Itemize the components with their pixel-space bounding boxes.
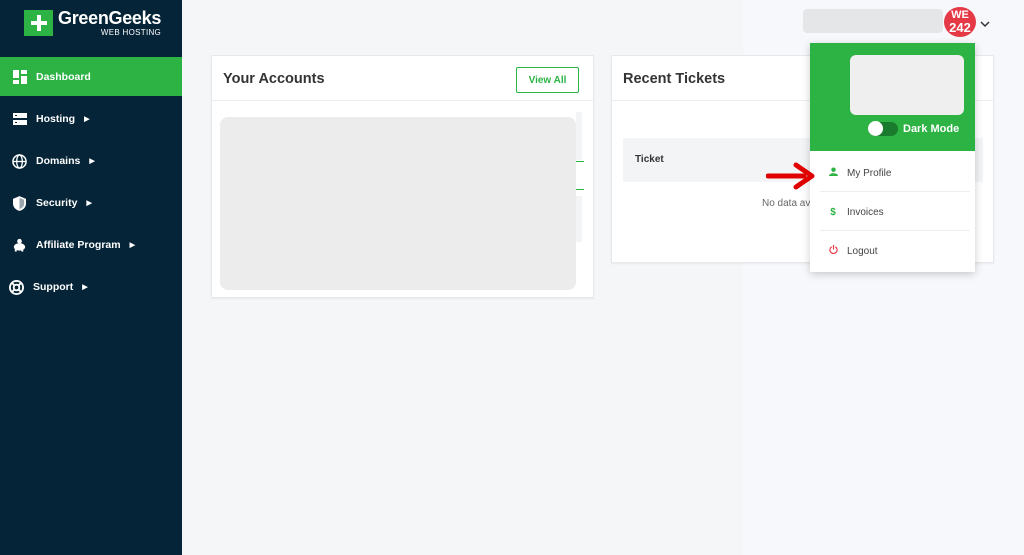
- annotation-arrow-icon: [765, 161, 818, 196]
- avatar-text-bottom: 242: [949, 20, 971, 35]
- caret-right-icon: ▶: [89, 158, 95, 165]
- caret-right-icon: ▶: [82, 284, 88, 291]
- dollar-icon: $: [830, 206, 836, 218]
- sidebar-item-label: Hosting: [36, 113, 76, 125]
- lifebuoy-icon: [9, 279, 24, 295]
- shield-icon: [12, 195, 27, 211]
- plus-logo-icon: [24, 10, 53, 36]
- divider: [212, 100, 593, 101]
- sidebar-item-hosting[interactable]: Hosting ▶: [0, 98, 182, 140]
- avatar[interactable]: WE 242: [944, 7, 976, 37]
- sidebar-nav: Dashboard Hosting ▶ Domains ▶ Security ▶: [0, 57, 182, 308]
- sidebar-item-label: Domains: [36, 155, 81, 167]
- accounts-card: Your Accounts View All: [211, 55, 594, 298]
- menu-item-invoices[interactable]: $ Invoices: [810, 193, 975, 231]
- menu-item-label: Invoices: [847, 206, 884, 218]
- user-dropdown-menu: Dark Mode My Profile $ Invoices Logout: [810, 43, 975, 272]
- accounts-list-placeholder: [220, 117, 576, 290]
- brand-name: GreenGeeks: [58, 8, 162, 28]
- sidebar-item-support[interactable]: Support ▶: [0, 266, 182, 308]
- ghost-row: [576, 196, 582, 242]
- user-icon: [827, 167, 839, 179]
- sidebar-item-dashboard[interactable]: Dashboard: [0, 57, 182, 96]
- brand-sub: WEB HOSTING: [100, 28, 162, 37]
- chevron-down-icon[interactable]: [980, 15, 990, 33]
- sidebar: GreenGeeks WEB HOSTING Dashboard Hosting…: [0, 0, 182, 555]
- divider: [820, 230, 970, 231]
- server-icon: [12, 112, 27, 127]
- view-all-button[interactable]: View All: [516, 67, 579, 93]
- toggle-knob: [868, 121, 883, 136]
- ghost-line: [576, 189, 584, 190]
- ghost-line: [576, 161, 584, 162]
- dark-mode-toggle[interactable]: [868, 121, 898, 136]
- dashboard-icon: [12, 69, 27, 84]
- menu-item-logout[interactable]: Logout: [810, 232, 975, 270]
- accounts-title: Your Accounts: [223, 71, 325, 87]
- user-name-placeholder[interactable]: [803, 9, 943, 33]
- piggy-bank-icon: [12, 238, 27, 253]
- sidebar-item-label: Support: [33, 281, 74, 293]
- caret-right-icon: ▶: [86, 200, 92, 207]
- profile-summary-placeholder: [850, 55, 964, 115]
- sidebar-item-label: Security: [36, 197, 78, 209]
- menu-item-label: My Profile: [847, 167, 892, 179]
- sidebar-item-security[interactable]: Security ▶: [0, 182, 182, 224]
- menu-item-my-profile[interactable]: My Profile: [810, 154, 975, 192]
- tickets-title: Recent Tickets: [623, 71, 726, 87]
- sidebar-item-label: Dashboard: [36, 70, 91, 83]
- divider: [820, 191, 970, 192]
- dark-mode-label: Dark Mode: [903, 123, 960, 135]
- ghost-row: [576, 112, 582, 160]
- power-icon: [827, 245, 839, 257]
- ticket-column-header: Ticket: [635, 154, 664, 165]
- logo[interactable]: GreenGeeks WEB HOSTING: [24, 9, 161, 37]
- dropdown-header: Dark Mode: [810, 43, 975, 151]
- sidebar-item-label: Affiliate Program: [36, 239, 121, 251]
- sidebar-item-domains[interactable]: Domains ▶: [0, 140, 182, 182]
- sidebar-item-affiliate-program[interactable]: Affiliate Program ▶: [0, 224, 182, 266]
- caret-right-icon: ▶: [129, 242, 135, 249]
- menu-item-label: Logout: [847, 245, 878, 257]
- caret-right-icon: ▶: [84, 116, 90, 123]
- tickets-empty-message: No data av: [762, 198, 811, 209]
- globe-icon: [12, 153, 27, 169]
